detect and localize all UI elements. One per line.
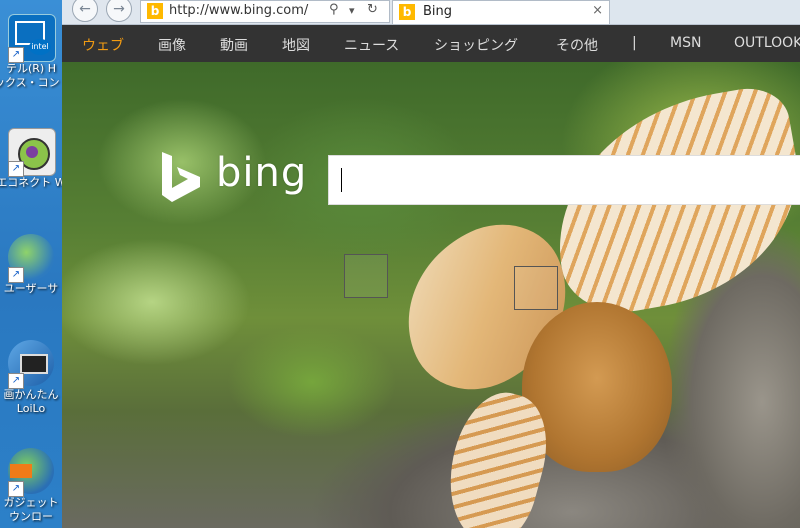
nav-item-images[interactable]: 画像 [158, 35, 186, 55]
desktop-icon-label-2: ックス・コント [0, 76, 62, 89]
text-caret [341, 168, 342, 192]
nav-item-videos[interactable]: 動画 [220, 35, 248, 55]
tab-bing[interactable]: b Bing × [392, 0, 610, 24]
nav-item-msn[interactable]: MSN [670, 35, 701, 51]
url-text[interactable]: http://www.bing.com/ [169, 3, 308, 18]
address-bar[interactable]: b http://www.bing.com/ ⚲ ▾ ↻ [140, 0, 390, 23]
bing-wordmark: bing [216, 150, 308, 196]
nav-item-more[interactable]: その他 [556, 35, 598, 55]
shortcut-arrow-icon: ↗ [8, 481, 24, 497]
desktop-icon-loilo[interactable]: ↗ 画かんたん LoiLo [0, 340, 62, 430]
desktop-icon-user-support[interactable]: ↗ ユーザーサ [0, 234, 62, 324]
bing-top-nav: ウェブ 画像 動画 地図 ニュース ショッピング その他 | MSN OUTLO… [62, 25, 800, 62]
desktop-icons-strip: intel ↗ テル(R) H ックス・コント ↗ エコネクト W ↗ ユーザー… [0, 0, 62, 528]
tab-title: Bing [423, 4, 453, 19]
desktop-icon-label-2: ウンロー [9, 510, 53, 523]
chevron-down-icon[interactable]: ▾ [349, 4, 355, 17]
shortcut-arrow-icon: ↗ [8, 267, 24, 283]
shortcut-arrow-icon: ↗ [8, 373, 24, 389]
background-photo [62, 62, 800, 528]
forward-button[interactable]: → [106, 0, 132, 22]
bing-favicon-icon: b [399, 4, 415, 20]
browser-window: ← → b http://www.bing.com/ ⚲ ▾ ↻ b Bing … [62, 0, 800, 528]
desktop-icon-label-2: LoiLo [16, 402, 46, 415]
nav-item-shopping[interactable]: ショッピング [434, 35, 518, 55]
image-hotspot[interactable] [514, 266, 558, 310]
nav-separator: | [632, 35, 637, 51]
desktop-icon-label: ユーザーサ [3, 282, 59, 295]
desktop-icon-label: エコネクト W [0, 176, 62, 189]
nav-item-outlook[interactable]: OUTLOOK [734, 35, 800, 51]
desktop-icon-econnect[interactable]: ↗ エコネクト W [0, 128, 62, 218]
refresh-icon[interactable]: ↻ [367, 2, 378, 17]
close-icon[interactable]: × [592, 3, 603, 18]
image-hotspot[interactable] [344, 254, 388, 298]
tab-strip-empty [610, 0, 800, 24]
desktop-icon-label: ガジェット [3, 496, 59, 509]
nav-item-maps[interactable]: 地図 [282, 35, 310, 55]
shortcut-arrow-icon: ↗ [8, 161, 24, 177]
desktop-icon-intel[interactable]: intel ↗ テル(R) H ックス・コント [0, 14, 62, 104]
bing-b-icon [162, 152, 200, 202]
search-input[interactable] [328, 155, 800, 205]
nav-item-web[interactable]: ウェブ [82, 35, 124, 55]
nav-item-news[interactable]: ニュース [344, 35, 399, 55]
desktop-icon-label: 画かんたん [3, 388, 59, 401]
search-icon[interactable]: ⚲ [329, 2, 339, 17]
desktop-icon-label: テル(R) H [6, 62, 56, 75]
desktop-icon-gadget[interactable]: ↗ ガジェット ウンロー [0, 448, 62, 528]
bing-favicon-icon: b [147, 3, 163, 19]
back-button[interactable]: ← [72, 0, 98, 22]
browser-toolbar: ← → b http://www.bing.com/ ⚲ ▾ ↻ b Bing … [62, 0, 800, 25]
shortcut-arrow-icon: ↗ [8, 47, 24, 63]
